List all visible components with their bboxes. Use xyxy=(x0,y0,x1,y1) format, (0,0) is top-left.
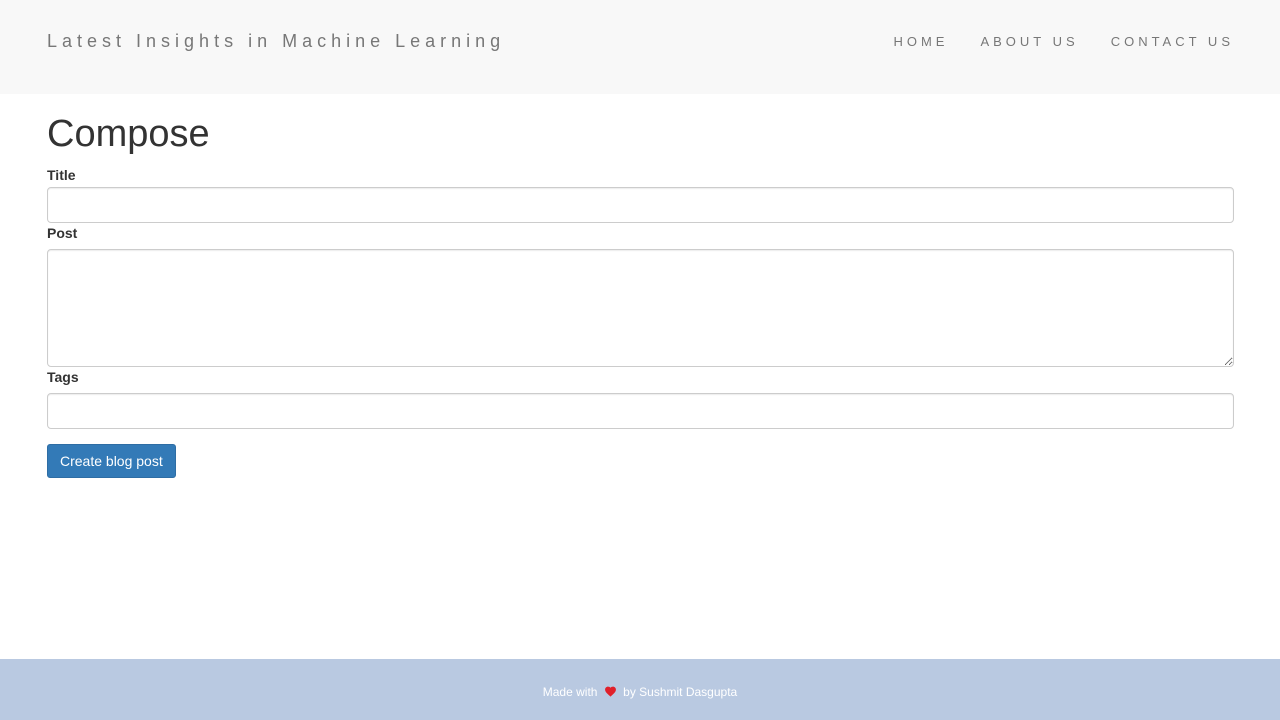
nav-link-home[interactable]: HOME xyxy=(893,34,948,49)
footer-author: by Sushmit Dasgupta xyxy=(623,685,738,699)
footer-credit: Made with by Sushmit Dasgupta xyxy=(0,685,1280,699)
footer-made-with: Made with xyxy=(542,685,598,699)
page-footer: Made with by Sushmit Dasgupta xyxy=(0,659,1280,720)
post-textarea[interactable] xyxy=(47,248,1234,367)
compose-form: Title Post Tags Create blog post xyxy=(47,165,1234,478)
title-label: Title xyxy=(47,166,76,183)
post-label: Post xyxy=(47,224,78,241)
compose-container: Compose Title Post Tags Create blog post xyxy=(47,94,1234,478)
heart-icon xyxy=(604,686,616,697)
create-blog-post-button[interactable]: Create blog post xyxy=(47,443,176,478)
tags-input[interactable] xyxy=(47,392,1234,429)
nav-links: HOME ABOUT US CONTACT US xyxy=(893,34,1234,49)
top-navbar: Latest Insights in Machine Learning HOME… xyxy=(0,0,1280,94)
site-brand-link[interactable]: Latest Insights in Machine Learning xyxy=(47,31,505,52)
nav-link-about-us[interactable]: ABOUT US xyxy=(980,34,1078,49)
page-title: Compose xyxy=(47,113,210,155)
nav-link-contact-us[interactable]: CONTACT US xyxy=(1111,34,1234,49)
title-input[interactable] xyxy=(47,186,1234,223)
tags-label: Tags xyxy=(47,368,79,385)
